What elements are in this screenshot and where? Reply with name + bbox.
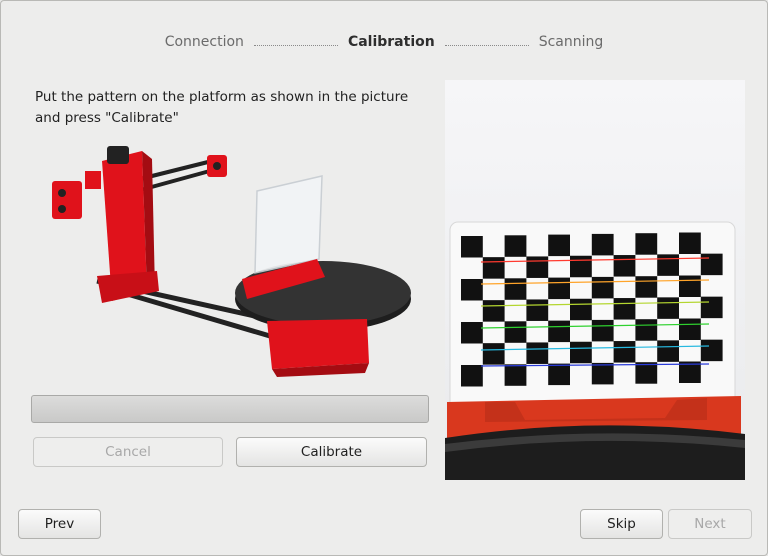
step-separator xyxy=(253,35,338,46)
camera-image xyxy=(445,80,745,480)
camera-preview xyxy=(445,80,745,480)
wizard-window: Connection Calibration Scanning Put the … xyxy=(0,0,768,556)
prev-button[interactable]: Prev xyxy=(18,509,101,539)
calibration-progress-bar xyxy=(31,395,429,423)
scanner-illustration xyxy=(52,146,411,377)
wizard-steps: Connection Calibration Scanning xyxy=(1,31,767,53)
step-calibration: Calibration xyxy=(347,34,435,50)
calibrate-button[interactable]: Calibrate xyxy=(236,437,427,467)
step-connection: Connection xyxy=(164,34,244,50)
step-separator xyxy=(444,35,529,46)
step-scanning: Scanning xyxy=(538,34,604,50)
skip-button[interactable]: Skip xyxy=(580,509,663,539)
cancel-button[interactable]: Cancel xyxy=(33,437,223,467)
calibration-instruction: Put the pattern on the platform as shown… xyxy=(35,89,409,126)
next-button[interactable]: Next xyxy=(668,509,752,539)
